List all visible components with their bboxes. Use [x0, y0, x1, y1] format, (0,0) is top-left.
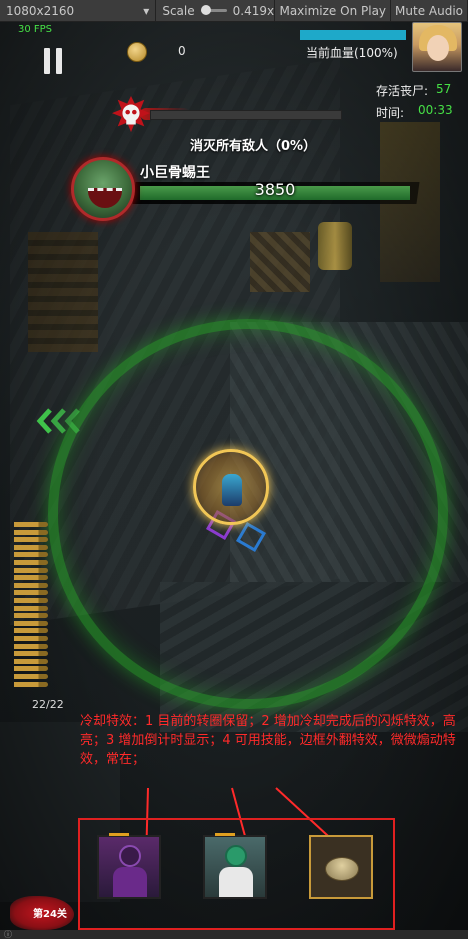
chevron-down-icon: ▾	[143, 3, 150, 18]
resolution-label: 1080x2160	[6, 3, 75, 18]
skill-button-1[interactable]	[97, 833, 161, 899]
fps-counter: 30 FPS	[18, 24, 53, 35]
avatar-face	[427, 35, 449, 61]
hero-body	[219, 867, 253, 897]
objective-progress-bar	[150, 110, 342, 120]
coin-count: 0	[178, 44, 186, 58]
maximize-on-play-button[interactable]: Maximize On Play	[275, 0, 392, 21]
boss-portrait	[71, 157, 135, 221]
bullet-icon	[14, 590, 48, 596]
bullet-icon	[14, 666, 48, 672]
bullet-icon	[14, 636, 48, 641]
player-avatar[interactable]	[412, 22, 462, 72]
bullet-icon	[14, 560, 48, 565]
ammo-stack	[14, 522, 50, 692]
game-view: 30 FPS 0 当前血量(100%) 存活丧尸: 57 时间: 00:33 消…	[0, 22, 468, 930]
cooldown-indicator	[215, 833, 235, 836]
scale-control[interactable]: Scale 0.419x	[156, 0, 276, 21]
bullet-icon	[14, 628, 48, 634]
bullet-icon	[14, 620, 48, 626]
coin-icon	[127, 42, 147, 62]
pause-button[interactable]	[36, 44, 70, 78]
scale-value: 0.419x	[232, 3, 275, 18]
bullet-icon	[14, 567, 48, 573]
scale-label: Scale	[162, 3, 195, 18]
level-label: 第24关	[33, 909, 67, 920]
bullet-icon	[14, 598, 48, 603]
player-hp-label: 当前血量(100%)	[306, 46, 398, 60]
boss-name: 小巨骨蜴王	[140, 165, 210, 181]
bullet-icon	[14, 552, 48, 558]
bullet-icon	[14, 643, 48, 649]
boss-hp-value: 3850	[254, 180, 296, 199]
bullet-icon	[14, 613, 48, 619]
bullet-icon	[14, 537, 48, 543]
bullet-icon	[14, 544, 48, 550]
hero-portrait-icon	[119, 845, 141, 867]
landmine-icon	[325, 857, 359, 881]
bullet-icon	[14, 529, 48, 535]
zombies-label: 存活丧尸:	[376, 84, 429, 98]
pause-icon	[56, 48, 62, 74]
editor-toolbar: 1080x2160 ▾ Scale 0.419x Maximize On Pla…	[0, 0, 468, 22]
cooldown-indicator	[109, 833, 129, 836]
bullet-icon	[14, 658, 48, 664]
ammo-count: 22/22	[32, 698, 64, 711]
player-hp-bar	[300, 30, 406, 40]
bullet-icon	[14, 605, 48, 611]
bullet-icon	[14, 681, 48, 687]
scale-slider[interactable]	[200, 5, 227, 15]
bullet-icon	[14, 674, 48, 679]
skull-icon	[112, 96, 150, 133]
objective-text: 消灭所有敌人（0%）	[190, 139, 317, 154]
hero-portrait-icon	[225, 845, 247, 867]
status-bar: ⓘ	[0, 930, 468, 939]
chevron-left-icon	[36, 408, 80, 434]
pause-icon	[44, 48, 50, 74]
info-icon: ⓘ	[4, 930, 12, 939]
player-character	[222, 474, 242, 506]
skill-button-2[interactable]	[203, 833, 267, 899]
bullet-icon	[14, 582, 48, 588]
time-label: 时间:	[376, 106, 405, 120]
player-hp-fill	[300, 30, 406, 40]
bullet-icon	[14, 651, 48, 657]
skill-button-3[interactable]	[309, 835, 373, 899]
time-value: 00:33	[418, 103, 453, 117]
mute-audio-button[interactable]: Mute Audio	[391, 0, 468, 21]
hero-body	[113, 867, 147, 897]
scale-slider-knob[interactable]	[200, 5, 211, 15]
resolution-dropdown[interactable]: 1080x2160 ▾	[0, 0, 157, 21]
bullet-icon	[14, 575, 48, 581]
bullet-icon	[14, 522, 48, 527]
zombies-count: 57	[436, 82, 452, 96]
boss-mouth	[88, 188, 122, 208]
